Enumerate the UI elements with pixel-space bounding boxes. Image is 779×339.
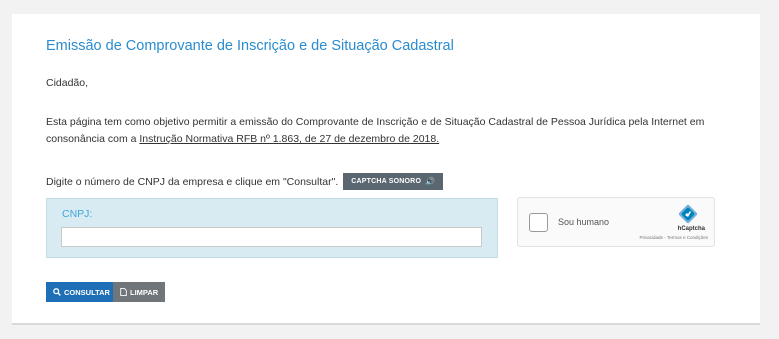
document-icon — [120, 288, 127, 296]
consultar-label: CONSULTAR — [64, 287, 110, 297]
greeting-text: Cidadão, — [46, 77, 89, 89]
captcha-brand: hCaptcha — [677, 226, 705, 232]
limpar-button[interactable]: LIMPAR — [113, 282, 166, 302]
cnpj-label: CNPJ: — [62, 208, 93, 220]
main-card: Emissão de Comprovante de Inscrição e de… — [12, 14, 760, 325]
captcha-checkbox-label: Sou humano — [558, 217, 610, 227]
description-paragraph: Esta página tem como objetivo permitir a… — [46, 114, 736, 148]
cnpj-input[interactable] — [61, 227, 482, 247]
cnpj-prompt-row: Digite o número de CNPJ da empresa e cli… — [46, 173, 444, 190]
captcha-links[interactable]: Privacidade - Termos e Condições — [640, 235, 708, 240]
audio-captcha-label: CAPTCHA SONORO — [351, 178, 422, 185]
captcha-checkbox[interactable] — [529, 213, 548, 232]
limpar-label: LIMPAR — [130, 287, 159, 297]
hcaptcha-logo-icon — [678, 204, 698, 224]
hcaptcha-widget: Sou humano hCaptcha Privacidade - Termos… — [517, 197, 715, 247]
consultar-button[interactable]: CONSULTAR — [46, 282, 117, 302]
speaker-icon: 🔊 — [425, 177, 436, 186]
page-title: Emissão de Comprovante de Inscrição e de… — [46, 38, 454, 54]
normative-instruction-link[interactable]: Instrução Normativa RFB nº 1.863, de 27 … — [139, 133, 439, 145]
cnpj-panel: CNPJ: — [46, 198, 498, 258]
search-icon — [53, 288, 61, 296]
cnpj-prompt-text: Digite o número de CNPJ da empresa e cli… — [46, 175, 339, 188]
audio-captcha-button[interactable]: CAPTCHA SONORO 🔊 — [343, 173, 444, 190]
